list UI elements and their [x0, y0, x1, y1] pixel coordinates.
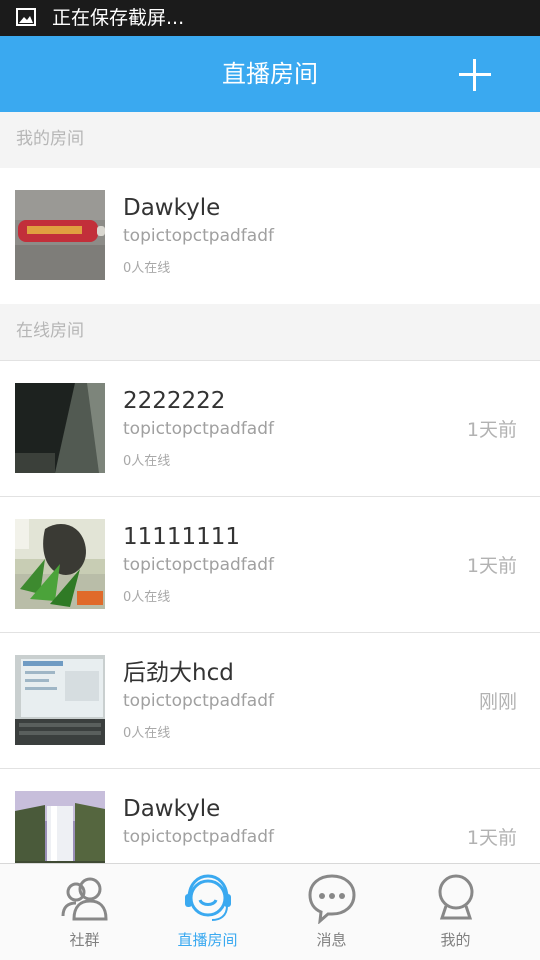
- room-name: 后劲大hcd: [123, 660, 234, 686]
- status-bar: 正在保存截屏...: [0, 0, 540, 36]
- plus-icon: [459, 59, 491, 91]
- last-active-time: 1天前: [466, 827, 517, 849]
- user-icon: [438, 874, 474, 920]
- room-topic: topictopctpadfadf: [123, 827, 274, 847]
- section-header-online-rooms: 在线房间: [0, 304, 540, 360]
- room-topic: topictopctpadfadf: [123, 691, 274, 711]
- bottom-tab-bar: 社群 直播房间 消息 我的: [0, 863, 540, 960]
- room-thumbnail: [15, 655, 105, 745]
- tab-messages[interactable]: 消息: [264, 864, 399, 960]
- message-icon: [308, 874, 356, 924]
- online-count: 0人在线: [123, 261, 171, 276]
- room-item[interactable]: Dawkyle topictopctpadfadf 0人在线: [0, 168, 540, 304]
- room-thumbnail: [15, 190, 105, 280]
- online-count: 0人在线: [123, 726, 171, 741]
- image-icon: [16, 8, 36, 26]
- tab-label: 直播房间: [177, 931, 238, 949]
- room-thumbnail: [15, 519, 105, 609]
- room-topic: topictopctpadfadf: [123, 555, 274, 575]
- tab-label: 我的: [440, 931, 471, 949]
- room-item[interactable]: 后劲大hcd topictopctpadfadf 0人在线 刚刚: [0, 633, 540, 769]
- room-item[interactable]: 11111111 topictopctpadfadf 0人在线 1天前: [0, 497, 540, 633]
- tab-label: 社群: [69, 931, 100, 949]
- room-name: Dawkyle: [123, 796, 221, 822]
- room-name: 2222222: [123, 388, 226, 414]
- headset-icon: [185, 874, 231, 921]
- online-count: 0人在线: [123, 454, 171, 469]
- room-thumbnail: [15, 383, 105, 473]
- room-name: Dawkyle: [123, 195, 221, 221]
- last-active-time: 1天前: [466, 419, 517, 441]
- community-icon: [61, 877, 108, 921]
- status-text: 正在保存截屏...: [52, 7, 185, 29]
- tab-live-rooms[interactable]: 直播房间: [140, 864, 275, 960]
- title-bar: 直播房间: [0, 36, 540, 112]
- section-title: 在线房间: [16, 321, 84, 341]
- last-active-time: 1天前: [466, 555, 517, 577]
- room-topic: topictopctpadfadf: [123, 226, 274, 246]
- room-name: 11111111: [123, 524, 241, 550]
- online-count: 0人在线: [123, 590, 171, 605]
- room-topic: topictopctpadfadf: [123, 419, 274, 439]
- section-title: 我的房间: [16, 129, 84, 149]
- room-item[interactable]: 2222222 topictopctpadfadf 0人在线 1天前: [0, 361, 540, 497]
- add-room-button[interactable]: [450, 50, 500, 100]
- tab-label: 消息: [316, 931, 347, 949]
- last-active-time: 刚刚: [478, 691, 517, 713]
- section-header-my-rooms: 我的房间: [0, 112, 540, 168]
- tab-mine[interactable]: 我的: [388, 864, 523, 960]
- tab-community[interactable]: 社群: [17, 864, 152, 960]
